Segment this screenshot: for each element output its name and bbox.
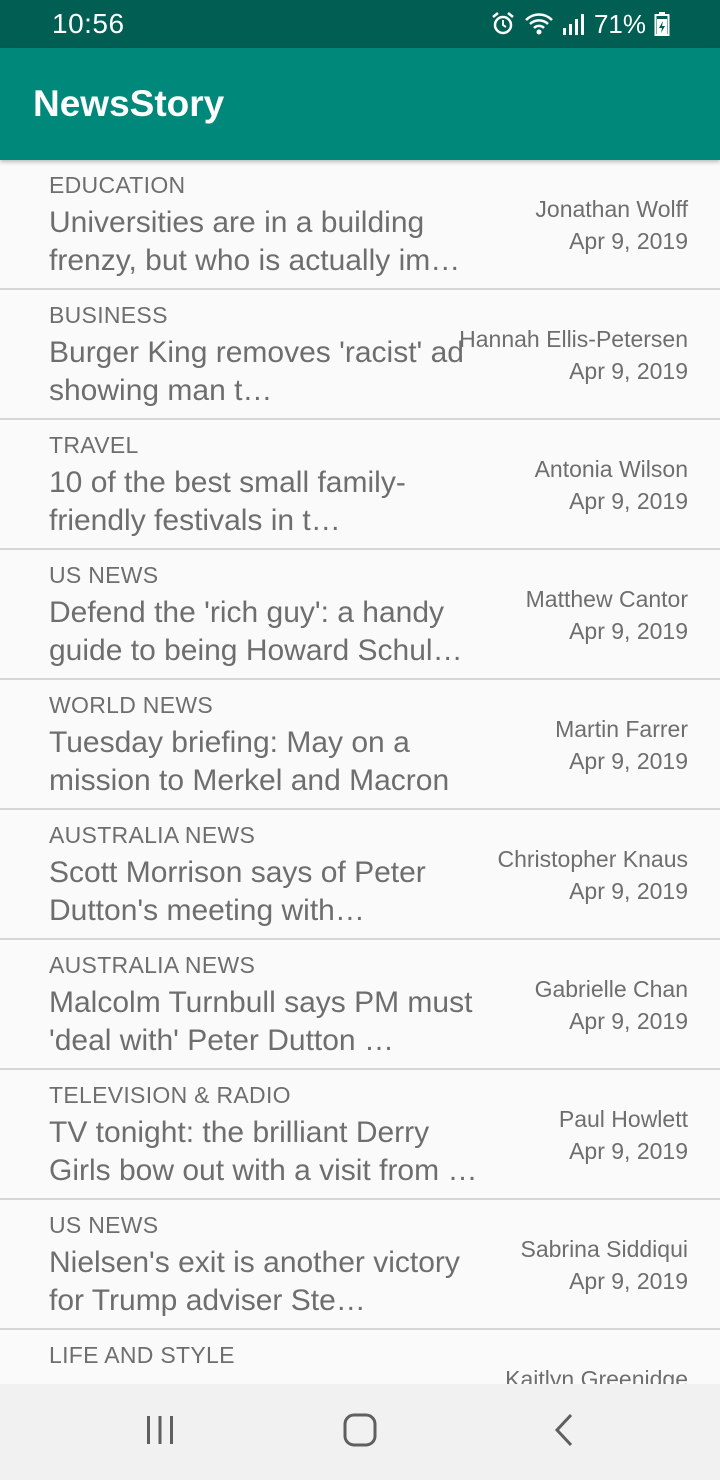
article-title: Universities are in a building frenzy, b… [49, 206, 461, 277]
article-row[interactable]: US NEWS Nielsen's exit is another victor… [0, 1200, 720, 1330]
app-title: NewsStory [33, 83, 225, 124]
battery-icon [654, 11, 670, 37]
signal-icon [562, 12, 586, 36]
article-date: Apr 9, 2019 [569, 1268, 688, 1294]
article-row[interactable]: WORLD NEWS Tuesday briefing: May on a mi… [0, 680, 720, 810]
article-row[interactable]: TELEVISION & RADIO TV tonight: the brill… [0, 1070, 720, 1200]
article-section: WORLD NEWS [49, 692, 213, 718]
article-author: Sabrina Siddiqui [520, 1236, 688, 1262]
article-title: Tuesday briefing: May on a mission to Me… [49, 726, 450, 797]
article-author: Antonia Wilson [534, 456, 688, 482]
article-title: TV tonight: the brilliant Derry Girls bo… [49, 1116, 478, 1187]
article-date: Apr 9, 2019 [569, 1008, 688, 1034]
article-date: Apr 9, 2019 [569, 878, 688, 904]
article-date: Apr 9, 2019 [569, 358, 688, 384]
article-title: Burger King removes 'racist' ad showing … [49, 336, 464, 407]
article-row[interactable]: BUSINESS Burger King removes 'racist' ad… [0, 290, 720, 420]
article-title: Malcolm Turnbull says PM must 'deal with… [49, 986, 473, 1057]
article-section: LIFE AND STYLE [49, 1342, 235, 1368]
app-bar: NewsStory [0, 48, 720, 160]
article-date: Apr 9, 2019 [569, 1138, 688, 1164]
home-button[interactable] [300, 1384, 420, 1480]
article-section: US NEWS [49, 1212, 159, 1238]
article-title: Defend the 'rich guy': a handy guide to … [49, 596, 463, 667]
status-time: 10:56 [52, 8, 125, 39]
article-row[interactable]: US NEWS Defend the 'rich guy': a handy g… [0, 550, 720, 680]
article-section: US NEWS [49, 562, 159, 588]
article-row[interactable]: EDUCATION Universities are in a building… [0, 160, 720, 290]
home-icon [343, 1413, 377, 1452]
back-icon [553, 1413, 575, 1452]
article-date: Apr 9, 2019 [569, 228, 688, 254]
wifi-icon [524, 11, 554, 37]
article-list[interactable]: EDUCATION Universities are in a building… [0, 160, 720, 1384]
battery-percent: 71% [593, 8, 646, 39]
article-section: EDUCATION [49, 172, 186, 198]
article-title: 10 of the best small family-friendly fes… [49, 466, 406, 537]
alarm-icon [490, 11, 516, 37]
article-section: TRAVEL [49, 432, 139, 458]
article-author: Paul Howlett [558, 1106, 688, 1132]
article-row[interactable]: AUSTRALIA NEWS Malcolm Turnbull says PM … [0, 940, 720, 1070]
article-section: BUSINESS [49, 302, 168, 328]
article-author: Jonathan Wolff [535, 196, 688, 222]
article-row[interactable]: LIFE AND STYLE Kaitlyn Greenidge [0, 1330, 720, 1384]
article-date: Apr 9, 2019 [569, 748, 688, 774]
recent-apps-button[interactable] [100, 1384, 220, 1480]
article-section: TELEVISION & RADIO [49, 1082, 291, 1108]
article-title: Nielsen's exit is another victory for Tr… [49, 1246, 460, 1317]
article-date: Apr 9, 2019 [569, 488, 688, 514]
back-button[interactable] [504, 1384, 624, 1480]
article-date: Apr 9, 2019 [569, 618, 688, 644]
article-section: AUSTRALIA NEWS [49, 952, 256, 978]
article-author: Kaitlyn Greenidge [505, 1366, 688, 1384]
article-section: AUSTRALIA NEWS [49, 822, 256, 848]
article-title: Scott Morrison says of Peter Dutton's me… [49, 856, 426, 927]
status-bar: 10:56 71% [0, 0, 720, 48]
article-author: Gabrielle Chan [534, 976, 688, 1002]
article-row[interactable]: TRAVEL 10 of the best small family-frien… [0, 420, 720, 550]
article-author: Hannah Ellis-Petersen [459, 326, 688, 352]
article-row[interactable]: AUSTRALIA NEWS Scott Morrison says of Pe… [0, 810, 720, 940]
article-author: Matthew Cantor [525, 586, 688, 612]
status-icons: 71% [490, 9, 670, 40]
article-author: Christopher Knaus [497, 846, 689, 872]
article-author: Martin Farrer [555, 716, 688, 742]
navigation-bar [0, 1384, 720, 1480]
recent-apps-icon [144, 1414, 176, 1451]
